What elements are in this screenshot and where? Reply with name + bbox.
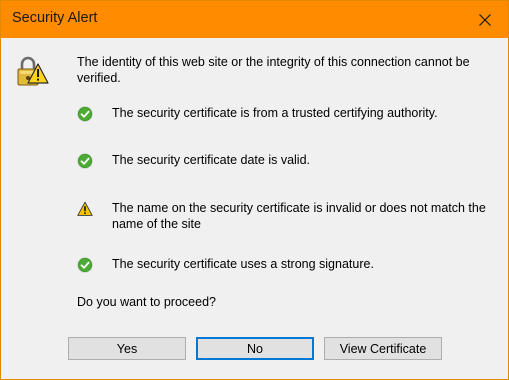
- intro-text: The identity of this web site or the int…: [77, 55, 470, 85]
- title-bar[interactable]: Security Alert: [1, 1, 508, 38]
- proceed-question: Do you want to proceed?: [77, 295, 216, 309]
- close-button[interactable]: [462, 1, 508, 38]
- yes-button[interactable]: Yes: [68, 337, 186, 360]
- view-certificate-button[interactable]: View Certificate: [324, 337, 442, 360]
- check-item-text: The security certificate date is valid.: [112, 153, 310, 167]
- warning-item-text: The name on the security certificate is …: [112, 201, 486, 231]
- check-icon: [77, 106, 93, 122]
- dialog-body: The identity of this web site or the int…: [1, 38, 508, 379]
- check-icon: [77, 153, 93, 169]
- security-lock-warning-icon: [17, 56, 49, 86]
- security-alert-dialog: Security Alert The identity of this web …: [0, 0, 509, 380]
- check-item-text: The security certificate is from a trust…: [112, 106, 438, 120]
- close-icon: [479, 13, 491, 26]
- check-item-text: The security certificate uses a strong s…: [112, 257, 374, 271]
- warning-icon: [77, 201, 93, 216]
- check-icon: [77, 257, 93, 273]
- window-title: Security Alert: [12, 10, 98, 26]
- no-button[interactable]: No: [196, 337, 314, 360]
